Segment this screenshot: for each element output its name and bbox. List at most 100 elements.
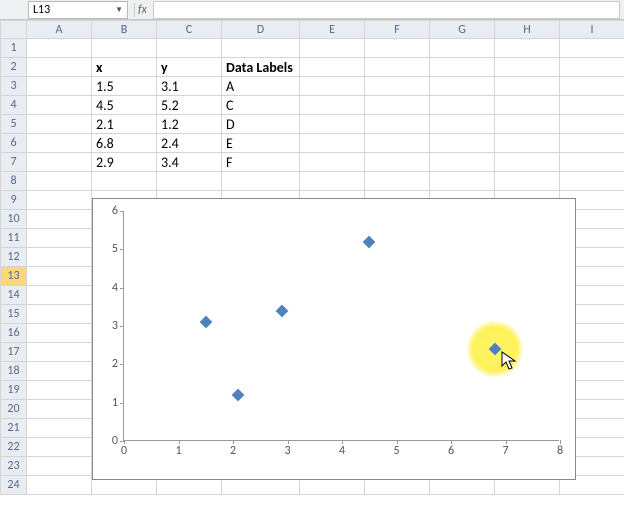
- cell-A21[interactable]: [27, 419, 92, 438]
- fx-icon[interactable]: fx: [138, 3, 147, 17]
- row-header-24[interactable]: 24: [1, 476, 27, 495]
- cell-H8[interactable]: [495, 172, 560, 191]
- cell-A4[interactable]: [27, 96, 92, 115]
- cell-C7[interactable]: 3.4: [157, 153, 222, 172]
- row-header-17[interactable]: 17: [1, 343, 27, 362]
- cell-H6[interactable]: [495, 134, 560, 153]
- cell-E5[interactable]: [300, 115, 365, 134]
- cell-H3[interactable]: [495, 77, 560, 96]
- cell-A13[interactable]: [27, 267, 92, 286]
- cell-B6[interactable]: 6.8: [92, 134, 157, 153]
- formula-input[interactable]: [153, 1, 620, 19]
- cell-E1[interactable]: [300, 39, 365, 58]
- row-header-21[interactable]: 21: [1, 419, 27, 438]
- cell-I6[interactable]: [560, 134, 624, 153]
- cell-F6[interactable]: [365, 134, 430, 153]
- cell-A17[interactable]: [27, 343, 92, 362]
- cell-C8[interactable]: [157, 172, 222, 191]
- spreadsheet-grid[interactable]: ABCDEFGHI12xyData Labels31.53.1A44.55.2C…: [0, 20, 624, 495]
- cell-A22[interactable]: [27, 438, 92, 457]
- cell-A23[interactable]: [27, 457, 92, 476]
- cell-H1[interactable]: [495, 39, 560, 58]
- data-point[interactable]: [276, 304, 289, 317]
- cell-B3[interactable]: 1.5: [92, 77, 157, 96]
- cell-D7[interactable]: F: [222, 153, 300, 172]
- col-header-H[interactable]: H: [495, 21, 560, 39]
- data-point[interactable]: [488, 343, 501, 356]
- cell-G5[interactable]: [430, 115, 495, 134]
- col-header-E[interactable]: E: [300, 21, 365, 39]
- row-header-3[interactable]: 3: [1, 77, 27, 96]
- cell-H4[interactable]: [495, 96, 560, 115]
- row-header-22[interactable]: 22: [1, 438, 27, 457]
- data-point[interactable]: [363, 235, 376, 248]
- cell-A20[interactable]: [27, 400, 92, 419]
- data-point[interactable]: [199, 316, 212, 329]
- cell-C2[interactable]: y: [157, 58, 222, 77]
- cell-A15[interactable]: [27, 305, 92, 324]
- cell-E8[interactable]: [300, 172, 365, 191]
- cell-A9[interactable]: [27, 191, 92, 210]
- cell-A16[interactable]: [27, 324, 92, 343]
- row-header-14[interactable]: 14: [1, 286, 27, 305]
- cell-F2[interactable]: [365, 58, 430, 77]
- cell-C5[interactable]: 1.2: [157, 115, 222, 134]
- chart[interactable]: 0123456012345678: [92, 198, 576, 480]
- col-header-C[interactable]: C: [157, 21, 222, 39]
- row-header-16[interactable]: 16: [1, 324, 27, 343]
- cell-I3[interactable]: [560, 77, 624, 96]
- cell-A8[interactable]: [27, 172, 92, 191]
- cell-B4[interactable]: 4.5: [92, 96, 157, 115]
- cell-B2[interactable]: x: [92, 58, 157, 77]
- row-header-1[interactable]: 1: [1, 39, 27, 58]
- col-header-F[interactable]: F: [365, 21, 430, 39]
- cell-H7[interactable]: [495, 153, 560, 172]
- row-header-19[interactable]: 19: [1, 381, 27, 400]
- name-box[interactable]: L13 ▼: [28, 1, 128, 19]
- select-all-corner[interactable]: [1, 21, 27, 39]
- cell-A19[interactable]: [27, 381, 92, 400]
- cell-A18[interactable]: [27, 362, 92, 381]
- row-header-7[interactable]: 7: [1, 153, 27, 172]
- cell-A1[interactable]: [27, 39, 92, 58]
- cell-F1[interactable]: [365, 39, 430, 58]
- row-header-11[interactable]: 11: [1, 229, 27, 248]
- cell-F7[interactable]: [365, 153, 430, 172]
- row-header-20[interactable]: 20: [1, 400, 27, 419]
- cell-D3[interactable]: A: [222, 77, 300, 96]
- cell-A12[interactable]: [27, 248, 92, 267]
- cell-I1[interactable]: [560, 39, 624, 58]
- cell-G7[interactable]: [430, 153, 495, 172]
- cell-G2[interactable]: [430, 58, 495, 77]
- cell-E2[interactable]: [300, 58, 365, 77]
- cell-G1[interactable]: [430, 39, 495, 58]
- cell-A2[interactable]: [27, 58, 92, 77]
- col-header-A[interactable]: A: [27, 21, 92, 39]
- cell-D5[interactable]: D: [222, 115, 300, 134]
- cell-B1[interactable]: [92, 39, 157, 58]
- cell-F8[interactable]: [365, 172, 430, 191]
- cell-C6[interactable]: 2.4: [157, 134, 222, 153]
- cell-D8[interactable]: [222, 172, 300, 191]
- cell-B7[interactable]: 2.9: [92, 153, 157, 172]
- col-header-D[interactable]: D: [222, 21, 300, 39]
- cell-I2[interactable]: [560, 58, 624, 77]
- row-header-18[interactable]: 18: [1, 362, 27, 381]
- cell-A11[interactable]: [27, 229, 92, 248]
- row-header-23[interactable]: 23: [1, 457, 27, 476]
- cell-G6[interactable]: [430, 134, 495, 153]
- cell-A10[interactable]: [27, 210, 92, 229]
- cell-A5[interactable]: [27, 115, 92, 134]
- cell-G3[interactable]: [430, 77, 495, 96]
- cell-F5[interactable]: [365, 115, 430, 134]
- cell-A6[interactable]: [27, 134, 92, 153]
- cell-H2[interactable]: [495, 58, 560, 77]
- cell-G4[interactable]: [430, 96, 495, 115]
- cell-F3[interactable]: [365, 77, 430, 96]
- cell-F4[interactable]: [365, 96, 430, 115]
- row-header-9[interactable]: 9: [1, 191, 27, 210]
- cell-D6[interactable]: E: [222, 134, 300, 153]
- chart-plot-area[interactable]: 0123456012345678: [123, 211, 559, 441]
- row-header-6[interactable]: 6: [1, 134, 27, 153]
- row-header-8[interactable]: 8: [1, 172, 27, 191]
